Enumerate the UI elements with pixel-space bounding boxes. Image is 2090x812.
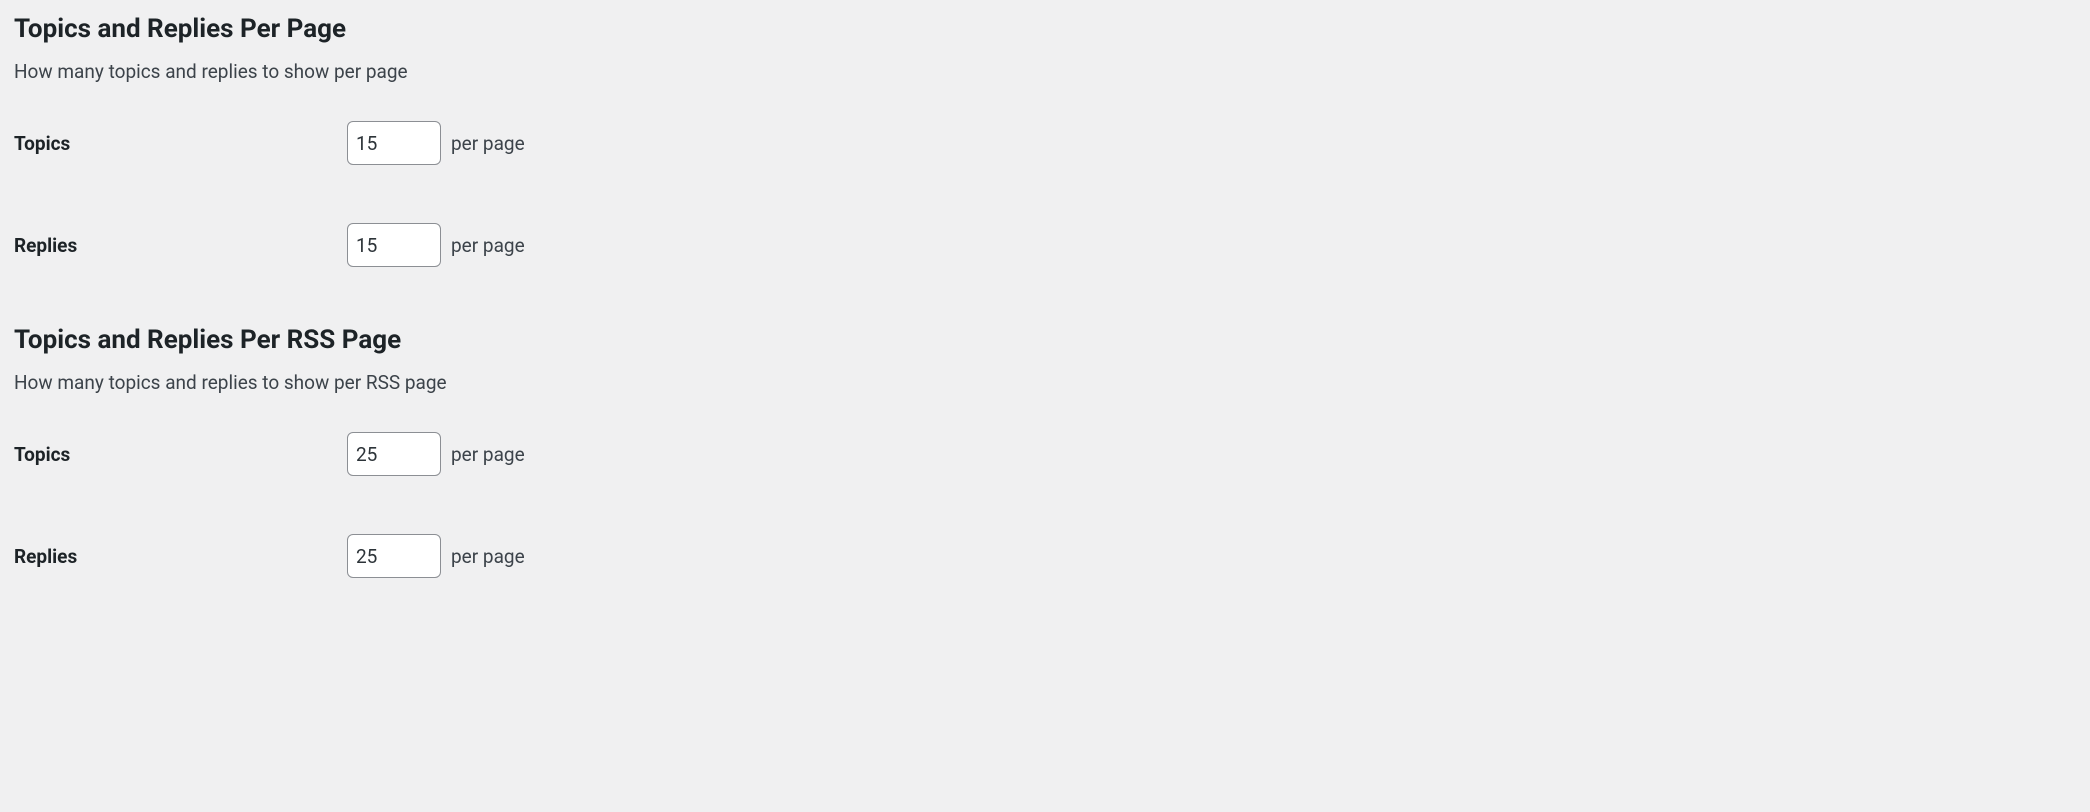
field-topics-per-rss-page: Topics per page xyxy=(14,432,2076,476)
field-control: per page xyxy=(347,432,525,476)
topics-per-page-input[interactable] xyxy=(347,121,441,165)
section-description: How many topics and replies to show per … xyxy=(14,60,2076,83)
field-replies-per-rss-page: Replies per page xyxy=(14,534,2076,578)
field-topics-per-page: Topics per page xyxy=(14,121,2076,165)
field-suffix: per page xyxy=(451,234,525,257)
field-control: per page xyxy=(347,534,525,578)
section-per-rss-page: Topics and Replies Per RSS Page How many… xyxy=(14,325,2076,578)
field-suffix: per page xyxy=(451,443,525,466)
field-control: per page xyxy=(347,223,525,267)
field-suffix: per page xyxy=(451,132,525,155)
field-replies-per-page: Replies per page xyxy=(14,223,2076,267)
field-label: Replies xyxy=(14,234,347,257)
field-suffix: per page xyxy=(451,545,525,568)
replies-per-rss-page-input[interactable] xyxy=(347,534,441,578)
section-heading: Topics and Replies Per RSS Page xyxy=(14,325,2076,355)
topics-per-rss-page-input[interactable] xyxy=(347,432,441,476)
section-per-page: Topics and Replies Per Page How many top… xyxy=(14,14,2076,267)
field-control: per page xyxy=(347,121,525,165)
section-heading: Topics and Replies Per Page xyxy=(14,14,2076,44)
field-label: Replies xyxy=(14,545,347,568)
replies-per-page-input[interactable] xyxy=(347,223,441,267)
field-label: Topics xyxy=(14,443,347,466)
section-description: How many topics and replies to show per … xyxy=(14,371,2076,394)
field-label: Topics xyxy=(14,132,347,155)
